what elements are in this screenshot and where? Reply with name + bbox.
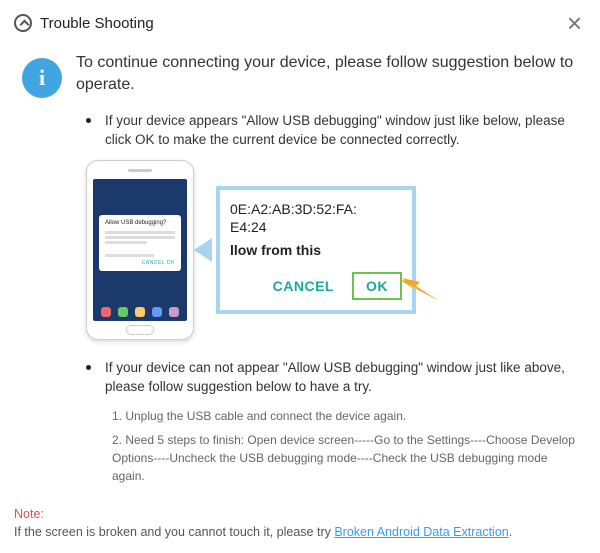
bullet-2: If your device can not appear "Allow USB…: [76, 358, 578, 397]
callout-pointer: [194, 238, 212, 262]
note-text-before: If the screen is broken and you cannot t…: [14, 525, 334, 539]
illustration: Allow USB debugging? CANCEL OK: [76, 160, 578, 340]
popup-buttons: CANCEL OK: [230, 272, 402, 300]
broken-android-link[interactable]: Broken Android Data Extraction: [334, 525, 508, 539]
popup-mac: 0E:A2:AB:3D:52:FA: E4:24: [230, 200, 402, 236]
content: i To continue connecting your device, pl…: [0, 44, 600, 491]
phone-screen: Allow USB debugging? CANCEL OK: [93, 179, 187, 321]
phone-speaker: [128, 169, 152, 172]
refresh-icon: [14, 14, 32, 32]
title-left: Trouble Shooting: [14, 14, 154, 32]
phone-line: [105, 254, 154, 257]
mac-line2: E4:24: [230, 219, 267, 235]
bullet-1: If your device appears "Allow USB debugg…: [76, 111, 578, 150]
bullet-1-text: If your device appears "Allow USB debugg…: [105, 111, 578, 150]
phone-dock: [97, 307, 183, 317]
popup-sub: llow from this: [230, 242, 402, 258]
ok-button[interactable]: OK: [352, 272, 402, 300]
mac-line1: 0E:A2:AB:3D:52:FA:: [230, 201, 357, 217]
info-icon: i: [22, 58, 62, 98]
phone-home-button: [126, 325, 154, 335]
step-2: 2. Need 5 steps to finish: Open device s…: [112, 431, 578, 485]
phone-mockup: Allow USB debugging? CANCEL OK: [86, 160, 194, 340]
phone-line: [105, 241, 147, 244]
bullet-dot: [86, 118, 91, 123]
phone-line: [105, 236, 175, 239]
bullet-dot: [86, 365, 91, 370]
arrow-icon: [400, 272, 440, 302]
bullet-2-text: If your device can not appear "Allow USB…: [105, 358, 578, 397]
phone-popup-btns: CANCEL OK: [105, 260, 175, 267]
window-title: Trouble Shooting: [40, 15, 154, 32]
cancel-button[interactable]: CANCEL: [273, 278, 334, 294]
steps-list: 1. Unplug the USB cable and connect the …: [112, 407, 578, 485]
close-button[interactable]: ×: [563, 10, 586, 36]
phone-popup: Allow USB debugging? CANCEL OK: [99, 215, 181, 271]
phone-line: [105, 231, 175, 234]
note-label: Note:: [14, 506, 586, 524]
note: Note: If the screen is broken and you ca…: [14, 506, 586, 541]
step-1: 1. Unplug the USB cable and connect the …: [112, 407, 578, 425]
note-text-after: .: [509, 525, 512, 539]
titlebar: Trouble Shooting ×: [0, 0, 600, 44]
popup-zoom: 0E:A2:AB:3D:52:FA: E4:24 llow from this …: [216, 186, 416, 314]
main: To continue connecting your device, plea…: [76, 52, 578, 491]
phone-popup-title: Allow USB debugging?: [105, 220, 175, 228]
heading: To continue connecting your device, plea…: [76, 52, 578, 97]
info-glyph: i: [39, 65, 45, 91]
